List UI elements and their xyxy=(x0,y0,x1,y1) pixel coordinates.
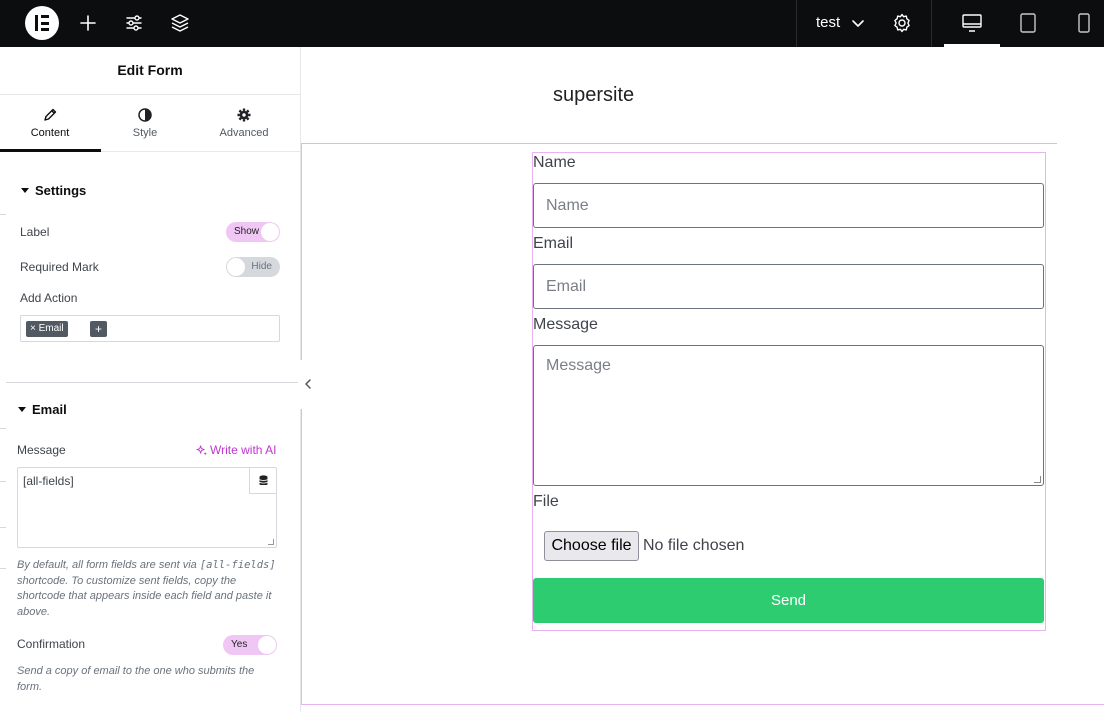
tablet-icon[interactable] xyxy=(1016,11,1040,35)
write-with-ai-link[interactable]: Write with AI xyxy=(196,443,276,457)
editor-panel: Edit Form Content Style Advanced Setting… xyxy=(0,47,301,712)
gear-icon xyxy=(237,108,251,122)
panel-title: Edit Form xyxy=(0,47,300,95)
tab-label: Advanced xyxy=(219,127,269,139)
caret-down-icon xyxy=(21,188,29,193)
database-icon xyxy=(259,475,268,485)
required-mark-toggle[interactable]: Hide xyxy=(226,257,280,277)
file-status: No file chosen xyxy=(643,537,745,554)
send-button[interactable]: Send xyxy=(533,578,1044,623)
label-toggle[interactable]: Show xyxy=(226,222,280,242)
chevron-left-icon xyxy=(305,379,311,389)
add-action-label: Add Action xyxy=(20,291,78,305)
choose-file-button[interactable]: Choose file xyxy=(544,531,639,561)
label-control-label: Label xyxy=(20,225,50,239)
preview-canvas: supersite Name Name Email Email Message … xyxy=(301,47,1104,712)
confirmation-help-text: Send a copy of email to the one who subm… xyxy=(17,665,255,693)
add-action-button[interactable]: + xyxy=(90,321,107,337)
elementor-logo-icon[interactable] xyxy=(25,6,59,40)
chevron-down-icon[interactable] xyxy=(846,11,870,35)
sparkle-icon xyxy=(196,445,207,456)
sliders-icon[interactable] xyxy=(122,11,146,35)
action-chip-email[interactable]: × Email xyxy=(26,321,68,337)
tab-label: Content xyxy=(30,127,70,139)
email-message-textarea[interactable]: [all-fields] xyxy=(17,467,277,548)
settings-section-header[interactable]: Settings xyxy=(21,183,86,198)
message-textarea[interactable]: Message xyxy=(533,345,1044,486)
tab-advanced[interactable]: Advanced xyxy=(194,95,294,152)
tab-label: Style xyxy=(132,127,158,139)
panel-tabs: Content Style Advanced xyxy=(0,95,300,152)
email-section-header[interactable]: Email xyxy=(18,402,67,417)
add-action-select[interactable]: × Email + xyxy=(20,315,280,342)
name-input[interactable]: Name xyxy=(533,183,1044,228)
mobile-icon[interactable] xyxy=(1072,11,1096,35)
message-control-label: Message xyxy=(17,443,66,457)
message-placeholder: Message xyxy=(546,357,611,374)
message-field-label: Message xyxy=(533,316,598,333)
gear-icon[interactable] xyxy=(890,11,914,35)
email-input[interactable]: Email xyxy=(533,264,1044,309)
site-title: supersite xyxy=(553,84,635,106)
required-mark-label: Required Mark xyxy=(20,260,99,274)
active-tab-indicator xyxy=(0,149,101,152)
name-field-label: Name xyxy=(533,154,576,171)
message-help-text: By default, all form fields are sent via… xyxy=(17,559,276,618)
contrast-icon xyxy=(138,108,152,122)
desktop-icon[interactable] xyxy=(960,11,984,35)
panel-collapse-handle[interactable] xyxy=(300,360,317,409)
site-name[interactable]: test xyxy=(816,14,840,31)
top-bar: test xyxy=(0,0,1104,47)
tab-content[interactable]: Content xyxy=(0,95,100,152)
caret-down-icon xyxy=(18,407,26,412)
confirmation-toggle[interactable]: Yes xyxy=(223,635,277,655)
file-field-label: File xyxy=(533,493,559,510)
layers-icon[interactable] xyxy=(168,11,192,35)
pencil-icon xyxy=(44,108,57,121)
section-divider xyxy=(6,382,298,383)
dynamic-tags-button[interactable] xyxy=(249,468,276,494)
plus-icon[interactable] xyxy=(76,11,100,35)
message-value: [all-fields] xyxy=(23,474,74,488)
confirmation-label: Confirmation xyxy=(17,637,86,651)
tab-style[interactable]: Style xyxy=(95,95,195,152)
email-field-label: Email xyxy=(533,235,574,252)
